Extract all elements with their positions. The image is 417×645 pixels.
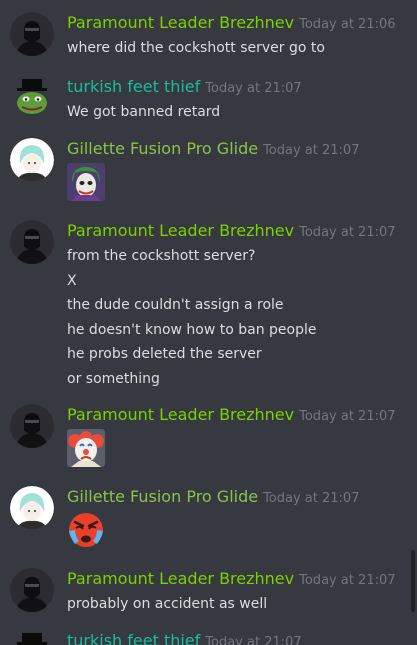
user-avatar[interactable] [10,76,54,120]
message-text: probably on accident as well [67,596,268,612]
timestamp: Today at 21:07 [299,225,396,240]
username[interactable]: turkish feet thief [67,77,200,96]
message-header: Paramount Leader Brezhnev Today at 21:07 [67,568,396,590]
user-avatar[interactable] [10,12,54,56]
username[interactable]: turkish feet thief [67,631,200,645]
user-avatar[interactable] [10,630,54,645]
message-text: from the cockshott server? [67,248,256,264]
message-header: Gillette Fusion Pro Glide Today at 21:07 [67,486,359,508]
chat-message-list[interactable]: Paramount Leader Brezhnev Today at 21:06 … [0,0,417,645]
anime-girl-avatar-icon [10,138,54,182]
username[interactable]: Paramount Leader Brezhnev [67,405,294,424]
dark-soldier-avatar-icon [10,404,54,448]
timestamp: Today at 21:07 [205,81,302,96]
crying-angry-face-emoji[interactable] [67,511,105,549]
timestamp: Today at 21:07 [263,143,360,158]
message-header: Gillette Fusion Pro Glide Today at 21:07 [67,138,359,160]
dark-soldier-avatar-icon [10,12,54,56]
timestamp: Today at 21:07 [299,409,396,424]
message-text: where did the cockshott server go to [67,40,325,56]
username[interactable]: Gillette Fusion Pro Glide [67,487,258,506]
message-header: Paramount Leader Brezhnev Today at 21:07 [67,404,396,426]
username[interactable]: Gillette Fusion Pro Glide [67,139,258,158]
frog-in-hat-avatar-icon [11,630,53,645]
user-avatar[interactable] [10,568,54,612]
anime-girl-avatar-icon [10,486,54,530]
timestamp: Today at 21:07 [299,573,396,588]
user-avatar[interactable] [10,220,54,264]
dark-soldier-avatar-icon [10,568,54,612]
timestamp: Today at 21:07 [205,635,302,645]
username[interactable]: Paramount Leader Brezhnev [67,13,294,32]
username[interactable]: Paramount Leader Brezhnev [67,569,294,588]
message-text: he probs deleted the server [67,346,262,362]
message-text: the dude couldn't assign a role [67,297,284,313]
message-text: X [67,272,77,289]
dark-soldier-avatar-icon [10,220,54,264]
message-header: turkish feet thief Today at 21:07 [67,76,302,98]
message-text: he doesn't know how to ban people [67,321,317,338]
timestamp: Today at 21:06 [299,17,396,32]
message-header: Paramount Leader Brezhnev Today at 21:07 [67,220,396,242]
message-header: turkish feet thief Today at 21:07 [67,630,302,645]
joker-face-emoji[interactable] [67,163,105,201]
frog-in-hat-avatar-icon [10,76,54,120]
user-avatar[interactable] [10,486,54,530]
timestamp: Today at 21:07 [263,491,360,506]
message-text: or something [67,370,160,387]
crying-clown-emoji[interactable] [67,429,105,467]
username[interactable]: Paramount Leader Brezhnev [67,221,294,240]
user-avatar[interactable] [10,138,54,182]
message-text: We got banned retard [67,104,221,120]
scrollbar-thumb[interactable] [411,550,415,612]
message-header: Paramount Leader Brezhnev Today at 21:06 [67,12,396,34]
user-avatar[interactable] [10,404,54,448]
